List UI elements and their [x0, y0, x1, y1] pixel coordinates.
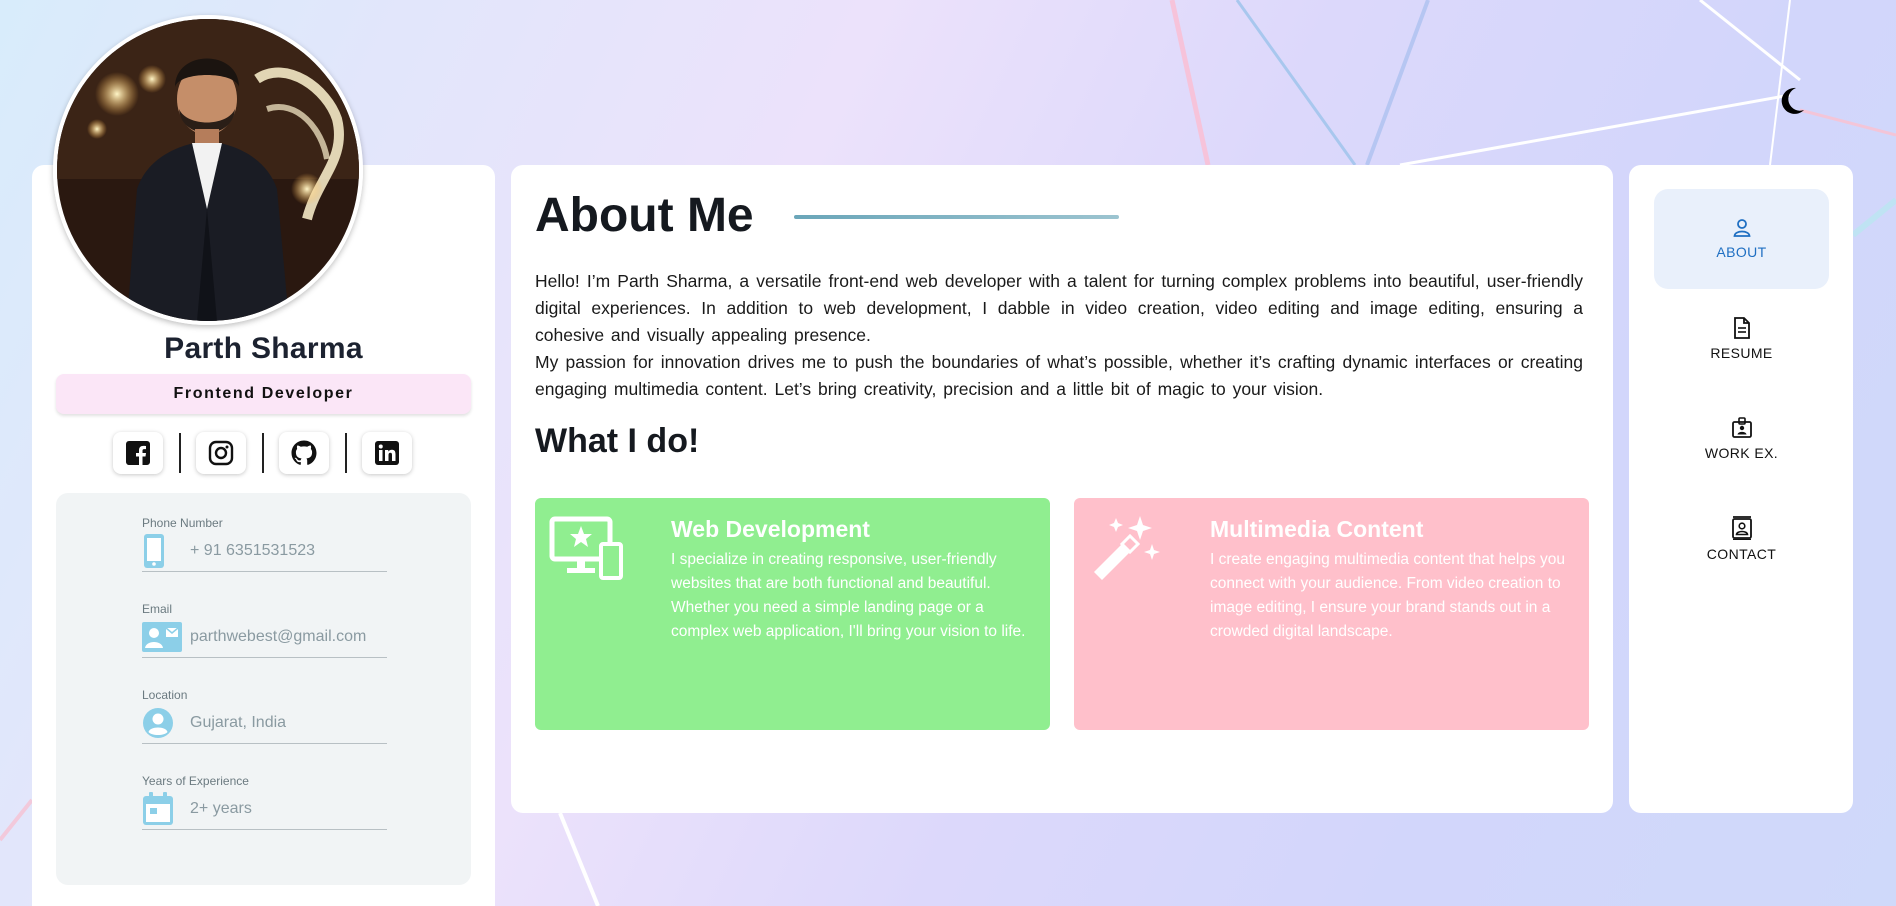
nav-label: WORK EX.	[1704, 445, 1779, 461]
info-email: Email parthwebest@gmail.com	[142, 602, 387, 658]
service-card-multimedia-content: Multimedia Content I create engaging mul…	[1074, 498, 1589, 730]
desktop-mobile-icon	[549, 516, 623, 580]
nav-item-about[interactable]: ABOUT	[1654, 189, 1829, 289]
contact-card-icon	[142, 619, 182, 655]
theme-toggle-button[interactable]	[1774, 84, 1808, 118]
info-label: Phone Number	[142, 516, 223, 530]
service-description: I create engaging multimedia content tha…	[1210, 551, 1566, 640]
nav-item-work-experience[interactable]: WORK EX.	[1654, 389, 1829, 489]
social-links	[113, 431, 412, 475]
info-experience: Years of Experience 2+ years	[142, 774, 387, 830]
nav-item-contact[interactable]: CONTACT	[1654, 489, 1829, 589]
document-icon	[1733, 317, 1750, 339]
info-phone: Phone Number + 91 6351531523	[142, 516, 387, 572]
info-value: parthwebest@gmail.com	[190, 627, 367, 645]
magic-wand-icon	[1088, 516, 1162, 580]
github-link[interactable]	[279, 432, 329, 474]
facebook-icon	[126, 441, 150, 466]
linkedin-link[interactable]	[362, 432, 412, 474]
nav-label: CONTACT	[1706, 546, 1777, 562]
profile-photo	[53, 15, 363, 325]
linkedin-icon	[375, 441, 399, 465]
services-title: What I do!	[535, 422, 700, 460]
nav-item-resume[interactable]: RESUME	[1654, 289, 1829, 389]
service-description: I specialize in creating responsive, use…	[671, 551, 1026, 640]
page-title: About Me	[535, 189, 754, 242]
info-value: 2+ years	[190, 799, 252, 817]
about-paragraph: Hello! I’m Parth Sharma, a versatile fro…	[535, 271, 1583, 345]
github-icon	[291, 440, 317, 465]
id-badge-icon	[1731, 417, 1752, 438]
profile-name: Parth Sharma	[164, 332, 363, 365]
social-divider	[262, 433, 264, 473]
info-label: Location	[142, 688, 188, 702]
nav-label: ABOUT	[1716, 244, 1767, 260]
user-icon	[1733, 219, 1750, 237]
nav-label: RESUME	[1710, 345, 1773, 361]
social-divider	[345, 433, 347, 473]
about-description: Hello! I’m Parth Sharma, a versatile fro…	[535, 268, 1583, 403]
info-label: Years of Experience	[142, 774, 249, 788]
instagram-icon	[208, 440, 234, 466]
service-card-web-development: Web Development I specialize in creating…	[535, 498, 1050, 730]
title-underline	[794, 215, 1119, 219]
info-label: Email	[142, 602, 173, 616]
person-circle-icon	[142, 705, 182, 741]
info-location: Location Gujarat, India	[142, 688, 387, 744]
contact-book-icon	[1731, 516, 1752, 540]
about-paragraph: My passion for innovation drives me to p…	[535, 352, 1583, 399]
role-badge: Frontend Developer	[56, 374, 471, 414]
service-title: Web Development	[671, 516, 870, 542]
info-value: Gujarat, India	[190, 713, 287, 731]
moon-icon	[1781, 87, 1804, 114]
phone-icon	[142, 533, 182, 569]
info-value: + 91 6351531523	[190, 541, 316, 559]
contact-info-panel: Phone Number + 91 6351531523 Email parth…	[56, 493, 471, 885]
facebook-link[interactable]	[113, 432, 163, 474]
calendar-icon	[142, 791, 182, 827]
social-divider	[179, 433, 181, 473]
service-title: Multimedia Content	[1210, 516, 1424, 542]
instagram-link[interactable]	[196, 432, 246, 474]
